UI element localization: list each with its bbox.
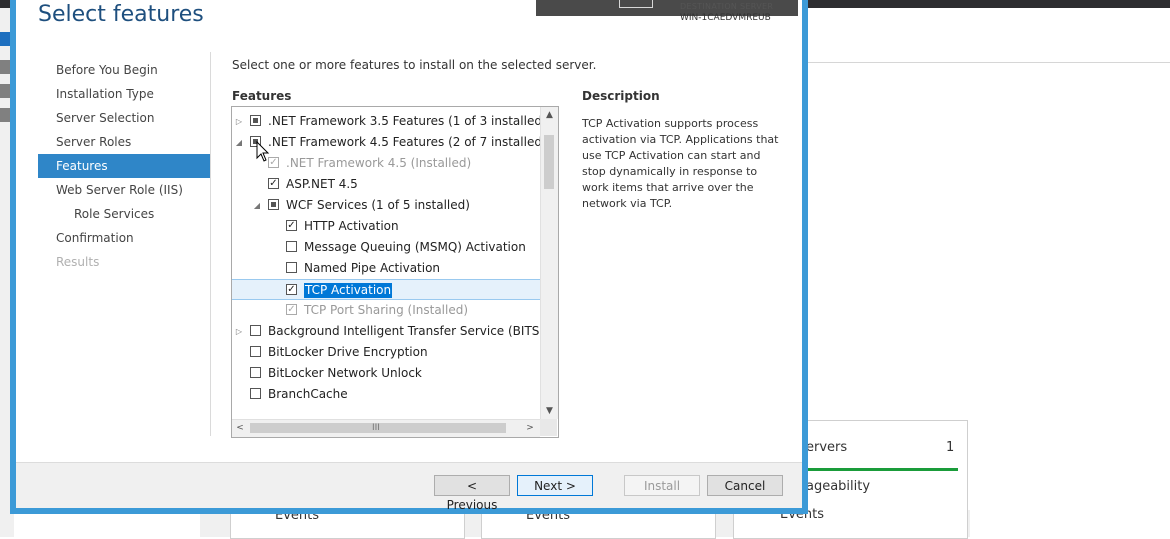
collapsed-arrow-icon[interactable]: ▷: [234, 321, 244, 342]
feature-checkbox[interactable]: [250, 325, 261, 336]
instruction-text: Select one or more features to install o…: [232, 58, 597, 72]
scroll-right-icon[interactable]: >: [522, 420, 538, 437]
tile-manageability[interactable]: ageability: [806, 479, 870, 494]
nav-item-server-roles[interactable]: Server Roles: [38, 130, 210, 154]
nav-item-role-services[interactable]: Role Services: [38, 202, 210, 226]
nav-item-server-selection[interactable]: Server Selection: [38, 106, 210, 130]
features-heading: Features: [232, 89, 292, 103]
feature-label: ASP.NET 4.5: [286, 177, 358, 191]
nav-divider: [210, 52, 211, 436]
scroll-left-icon[interactable]: <: [232, 420, 248, 437]
hscroll-grip-icon: III: [372, 423, 380, 433]
nav-item-installation-type[interactable]: Installation Type: [38, 82, 210, 106]
features-tree[interactable]: ▷ .NET Framework 3.5 Features (1 of 3 ins…: [231, 106, 559, 438]
feature-checkbox[interactable]: [286, 241, 297, 252]
feature-label: BranchCache: [268, 387, 348, 401]
nav-item-before-you-begin[interactable]: Before You Begin: [38, 58, 210, 82]
feature-row[interactable]: BitLocker Drive Encryption: [232, 342, 540, 363]
tile-count: 1: [946, 440, 955, 455]
mouse-cursor-icon: [256, 141, 270, 162]
feature-checkbox[interactable]: [250, 388, 261, 399]
feature-label: Background Intelligent Transfer Service …: [268, 324, 545, 338]
scrollbar-corner: [540, 419, 557, 436]
destination-server-name: WIN-1CAEDVMREUB: [680, 13, 771, 23]
cancel-button[interactable]: Cancel: [707, 475, 783, 496]
previous-button[interactable]: < Previous: [434, 475, 510, 512]
feature-checkbox[interactable]: [250, 367, 261, 378]
next-button[interactable]: Next >: [517, 475, 593, 496]
tile-title: ervers: [806, 440, 848, 455]
feature-row[interactable]: ✓ ASP.NET 4.5: [232, 174, 540, 195]
feature-row[interactable]: ✓ .NET Framework 4.5 (Installed): [232, 153, 540, 174]
feature-row[interactable]: ✓ HTTP Activation: [232, 216, 540, 237]
destination-server-label: DESTINATION SERVER: [680, 2, 774, 11]
feature-checkbox: ✓: [286, 304, 297, 315]
feature-checkbox[interactable]: [286, 262, 297, 273]
feature-checkbox[interactable]: [250, 346, 261, 357]
scroll-thumb[interactable]: [544, 135, 554, 189]
expanded-arrow-icon[interactable]: ◢: [234, 132, 244, 153]
feature-label: TCP Port Sharing (Installed): [304, 303, 469, 317]
feature-label: WCF Services (1 of 5 installed): [286, 198, 470, 212]
nav-item-results: Results: [56, 255, 100, 269]
feature-checkbox[interactable]: [268, 199, 279, 210]
expanded-arrow-icon[interactable]: ◢: [252, 195, 262, 216]
feature-row[interactable]: Message Queuing (MSMQ) Activation: [232, 237, 540, 258]
collapsed-arrow-icon[interactable]: ▷: [234, 111, 244, 132]
feature-row[interactable]: ✓ TCP Port Sharing (Installed): [232, 300, 540, 321]
feature-row[interactable]: ◢ WCF Services (1 of 5 installed): [232, 195, 540, 216]
nav-item-confirmation[interactable]: Confirmation: [38, 226, 210, 250]
page-title: Select features: [38, 2, 204, 27]
nav-item-web-server-role-iis[interactable]: Web Server Role (IIS): [38, 178, 210, 202]
add-roles-features-wizard: Select features DESTINATION SERVER WIN-1…: [10, 0, 808, 514]
feature-label: Message Queuing (MSMQ) Activation: [304, 240, 526, 254]
feature-label: .NET Framework 4.5 Features (2 of 7 inst…: [268, 135, 547, 149]
feature-row[interactable]: ▷ .NET Framework 3.5 Features (1 of 3 ins…: [232, 111, 547, 132]
feature-label: .NET Framework 3.5 Features (1 of 3 inst…: [268, 114, 547, 128]
feature-row[interactable]: BitLocker Network Unlock: [232, 363, 540, 384]
install-button: Install: [624, 475, 700, 496]
feature-checkbox[interactable]: [250, 115, 261, 126]
scroll-up-icon[interactable]: ▲: [541, 107, 558, 123]
nav-item-features[interactable]: Features: [38, 154, 210, 178]
description-heading: Description: [582, 89, 660, 103]
feature-row[interactable]: ✓ TCP Activation: [232, 279, 540, 300]
scroll-down-icon[interactable]: ▼: [541, 403, 558, 419]
feature-checkbox[interactable]: ✓: [268, 178, 279, 189]
wizard-nav: Before You Begin Installation Type Server …: [38, 58, 210, 274]
wizard-content: Select features DESTINATION SERVER WIN-1…: [16, 0, 802, 512]
feature-label: TCP Activation: [304, 283, 393, 298]
feature-checkbox[interactable]: ✓: [286, 220, 297, 231]
feature-label: .NET Framework 4.5 (Installed): [286, 156, 472, 170]
feature-row[interactable]: BranchCache: [232, 384, 540, 405]
feature-label: BitLocker Network Unlock: [268, 366, 422, 380]
feature-label: HTTP Activation: [304, 219, 399, 233]
feature-row[interactable]: ◢ .NET Framework 4.5 Features (2 of 7 ins…: [232, 132, 547, 153]
feature-checkbox[interactable]: ✓: [286, 284, 297, 295]
description-text: TCP Activation supports process activati…: [582, 117, 779, 210]
tile-status-bar: [806, 468, 958, 471]
background-divider: [808, 62, 1170, 63]
feature-label: BitLocker Drive Encryption: [268, 345, 428, 359]
destination-window-control[interactable]: [619, 0, 653, 8]
feature-row[interactable]: Named Pipe Activation: [232, 258, 540, 279]
feature-row[interactable]: ▷ Background Intelligent Transfer Service…: [232, 321, 544, 342]
vertical-scrollbar[interactable]: ▲ ▼: [540, 107, 558, 419]
horizontal-scrollbar[interactable]: < III >: [232, 419, 540, 437]
feature-label: Named Pipe Activation: [304, 261, 441, 275]
wizard-footer: < Previous Next > Install Cancel: [16, 463, 802, 512]
features-tree-rows: ▷ .NET Framework 3.5 Features (1 of 3 ins…: [232, 111, 547, 405]
